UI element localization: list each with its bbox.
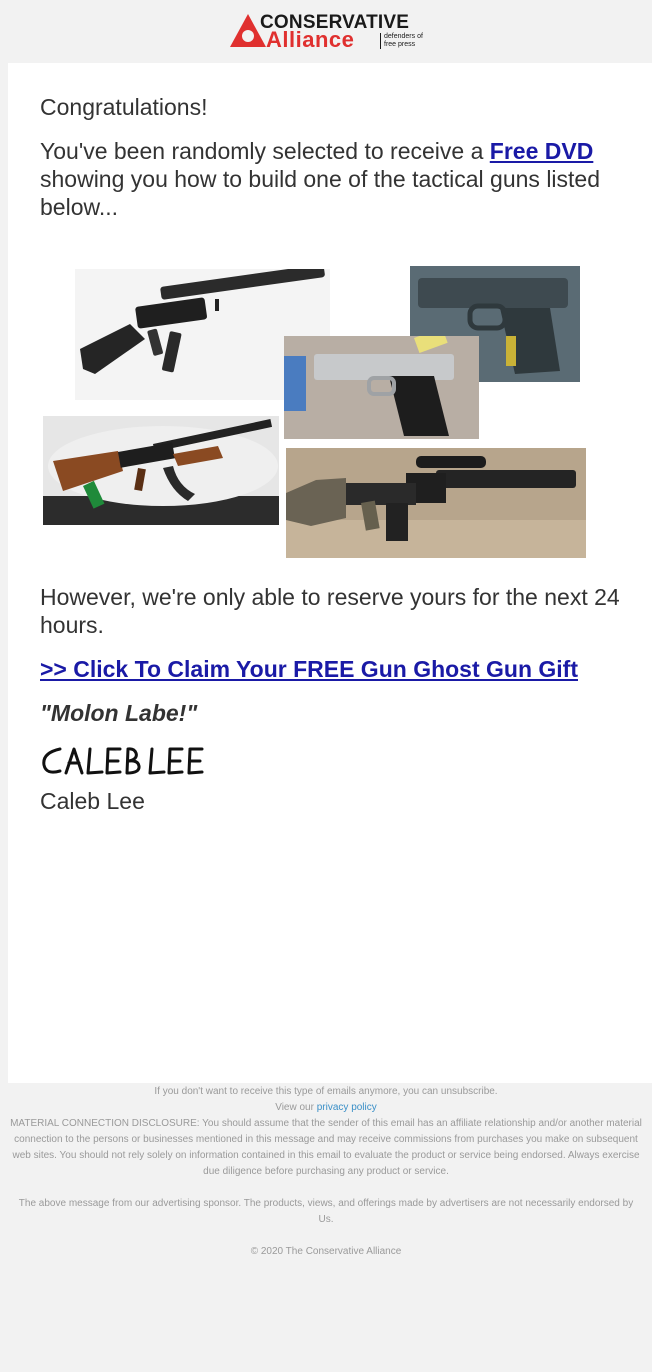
ak47-rifle-photo[interactable] [43,416,279,525]
ar10-rifle-photo[interactable] [286,448,586,558]
intro-text: You've been randomly selected to receive… [40,138,601,220]
privacy-policy-link[interactable]: privacy policy [317,1102,377,1113]
handwritten-signature [40,741,210,781]
email-body: Congratulations! You've been randomly se… [8,63,652,1083]
disclosure-text: MATERIAL CONNECTION DISCLOSURE: You shou… [10,1118,642,1177]
copyright: © 2020 The Conservative Alliance [250,1246,402,1257]
silver-1911-pistol-photo[interactable] [284,336,479,439]
email-footer: If you don't want to receive this type o… [0,1084,652,1260]
greeting: Congratulations! [40,94,208,120]
conservative-alliance-logo[interactable]: CONSERVATIVE Alliance defenders of free … [230,12,430,51]
sponsor-note: The above message from our advertising s… [18,1198,634,1225]
unsubscribe-text[interactable]: If you don't want to receive this type o… [10,1084,642,1100]
claim-paragraph: >> Click To Claim Your FREE Gun Ghost Gu… [40,655,578,683]
privacy-line: View our privacy policy [275,1102,377,1113]
motto: "Molon Labe!" [40,700,198,726]
guns-collage[interactable] [43,266,588,561]
sender-name: Caleb Lee [40,788,145,814]
claim-gift-link[interactable]: >> Click To Claim Your FREE Gun Ghost Gu… [40,656,578,682]
email-header: CONSERVATIVE Alliance defenders of free … [0,0,652,62]
reserve-notice: However, we're only able to reserve your… [40,584,620,638]
free-dvd-link[interactable]: Free DVD [490,138,594,164]
